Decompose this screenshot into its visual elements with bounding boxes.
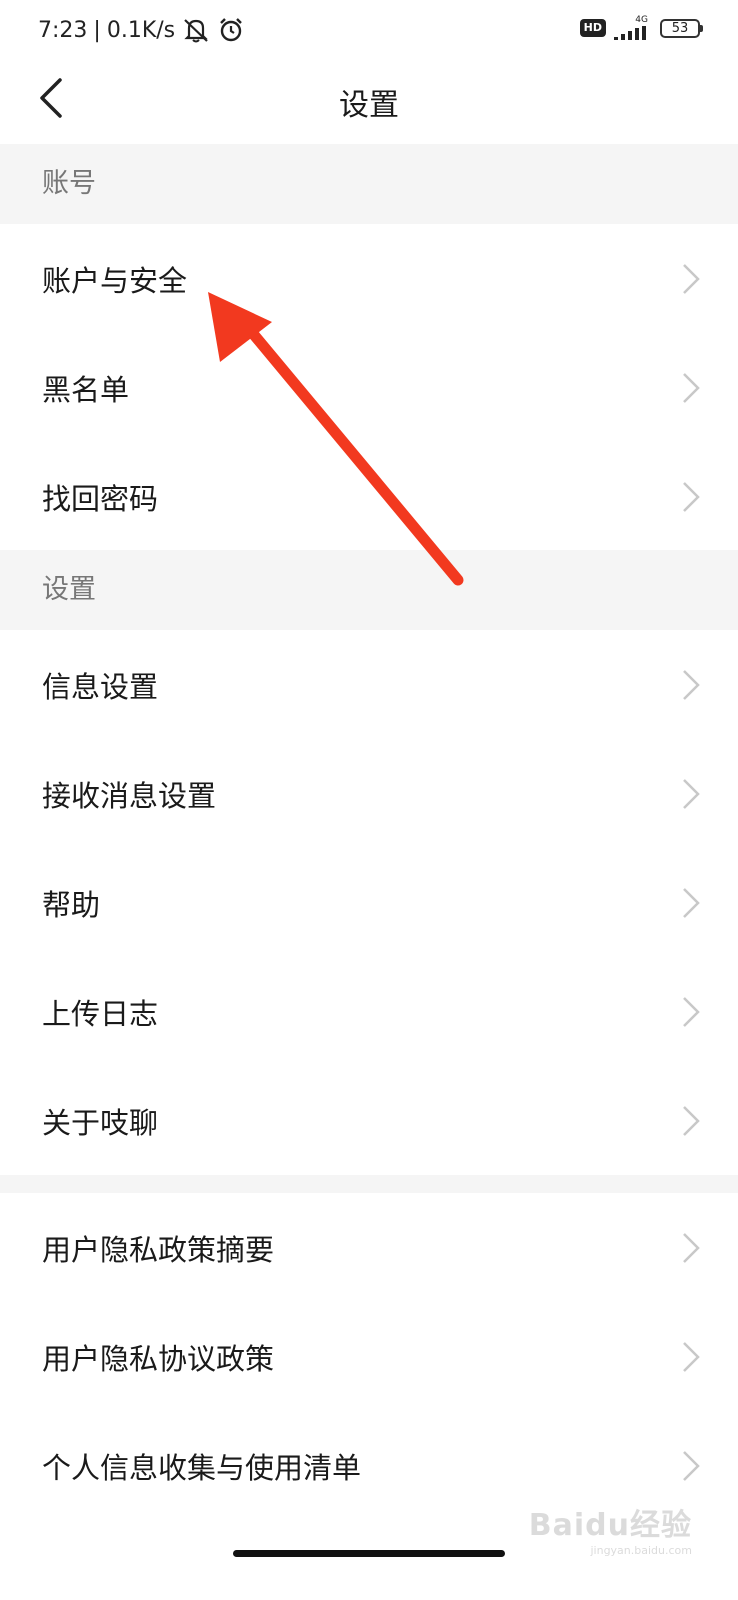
item-label: 个人信息收集与使用清单 [42, 1450, 362, 1485]
item-label: 接收消息设置 [42, 778, 217, 813]
status-bar: 7:23 | 0.1K/s HD 4G 53 [0, 0, 738, 62]
settings-item-recover-password[interactable]: 找回密码 [0, 442, 738, 551]
chevron-right-icon [683, 481, 700, 512]
settings-item-receive-message-settings[interactable]: 接收消息设置 [0, 739, 738, 848]
item-label: 黑名单 [42, 372, 130, 407]
status-right: HD 4G 53 [579, 16, 703, 40]
status-time: 7:23 [38, 17, 88, 43]
settings-item-about[interactable]: 关于吱聊 [0, 1066, 738, 1175]
baidu-watermark: Baidu经验 jingyan.baidu.com [529, 1500, 692, 1557]
chevron-right-icon [683, 372, 700, 403]
signal-group: 4G [614, 16, 648, 40]
item-label: 找回密码 [42, 481, 159, 516]
settings-item-blacklist[interactable]: 黑名单 [0, 333, 738, 442]
muted-bell-icon [184, 19, 208, 43]
chevron-right-icon [683, 1105, 700, 1136]
hd-badge: HD [579, 19, 606, 37]
section-divider [0, 1175, 738, 1193]
item-label: 帮助 [42, 887, 101, 922]
section-title: 设置 [42, 574, 96, 605]
settings-item-account-security[interactable]: 账户与安全 [0, 224, 738, 333]
item-label: 用户隐私协议政策 [42, 1341, 275, 1376]
chevron-right-icon [683, 996, 700, 1027]
signal-strength-icon [614, 26, 646, 40]
section-header-settings: 设置 [0, 550, 738, 630]
section-header-account: 账号 [0, 144, 738, 224]
title-bar: 设置 [0, 62, 738, 144]
chevron-right-icon [683, 887, 700, 918]
chevron-right-icon [683, 1232, 700, 1263]
chevron-right-icon [683, 1450, 700, 1481]
section-title: 账号 [42, 168, 96, 199]
item-label: 用户隐私政策摘要 [42, 1232, 275, 1267]
chevron-right-icon [683, 669, 700, 700]
settings-item-privacy-agreement[interactable]: 用户隐私协议政策 [0, 1302, 738, 1411]
alarm-clock-icon [220, 18, 242, 42]
chevron-right-icon [683, 778, 700, 809]
item-label: 信息设置 [42, 669, 159, 704]
item-label: 关于吱聊 [42, 1105, 159, 1140]
watermark-text: Baidu经验 [528, 1508, 692, 1543]
settings-item-help[interactable]: 帮助 [0, 848, 738, 957]
chevron-right-icon [683, 1341, 700, 1372]
chevron-right-icon [683, 263, 700, 294]
network-type: 4G [635, 15, 648, 25]
battery-indicator: 53 [660, 18, 703, 38]
settings-item-upload-log[interactable]: 上传日志 [0, 957, 738, 1066]
settings-item-privacy-policy-summary[interactable]: 用户隐私政策摘要 [0, 1193, 738, 1302]
item-label: 上传日志 [42, 996, 159, 1031]
watermark-url: jingyan.baidu.com [590, 1544, 692, 1557]
page-title: 设置 [339, 88, 399, 123]
home-indicator[interactable] [233, 1550, 505, 1557]
status-separator: | [93, 17, 101, 43]
status-left: 7:23 | 0.1K/s [38, 16, 245, 44]
settings-item-message-settings[interactable]: 信息设置 [0, 630, 738, 739]
network-speed: 0.1K/s [106, 17, 176, 43]
item-label: 账户与安全 [42, 263, 188, 298]
